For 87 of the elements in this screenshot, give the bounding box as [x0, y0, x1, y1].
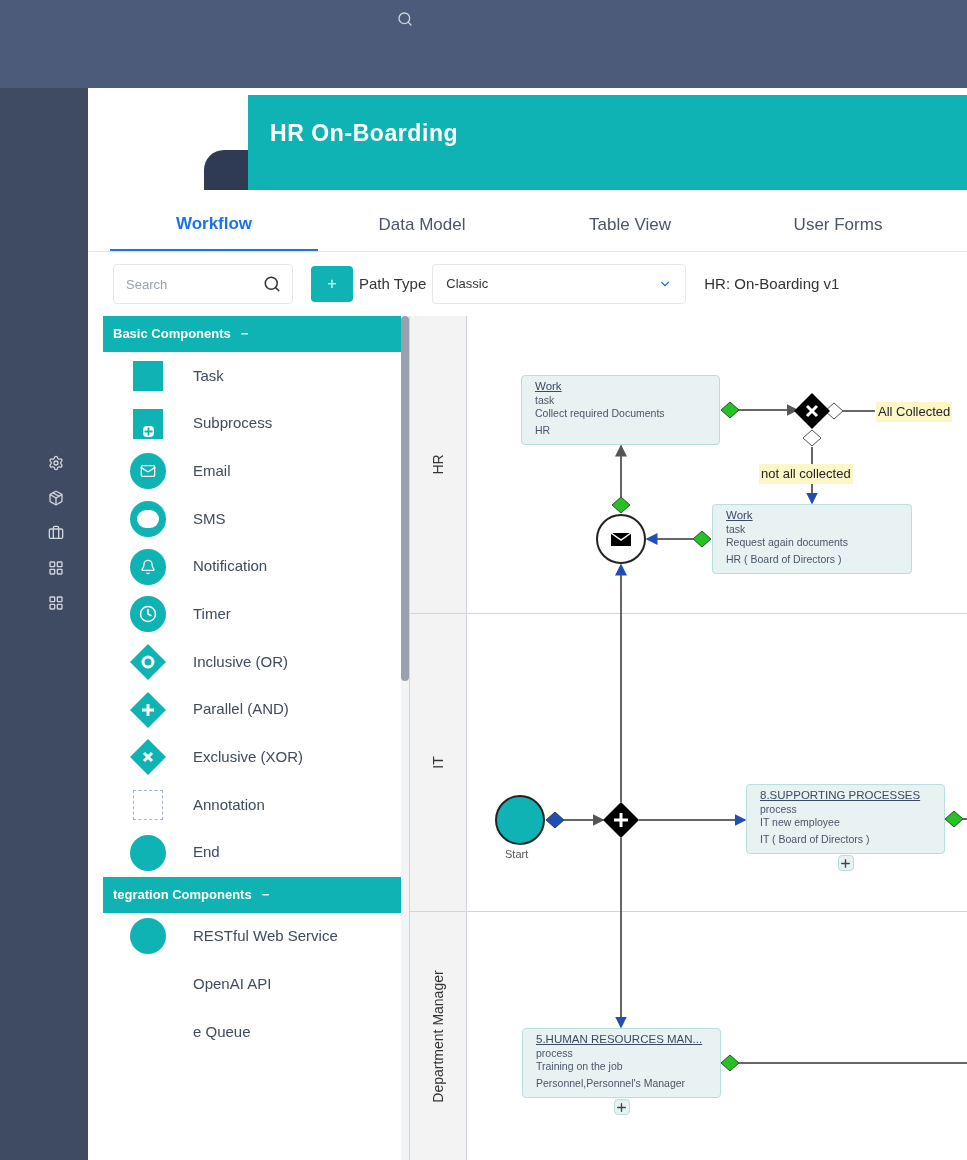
- task-title[interactable]: 8.SUPPORTING PROCESSES: [760, 788, 921, 803]
- briefcase-icon[interactable]: [48, 525, 64, 541]
- flow-label: not all collected: [759, 464, 853, 484]
- subprocess-icon: [133, 408, 163, 439]
- palette-item[interactable]: Exclusive (XOR): [103, 733, 401, 782]
- expand-icon[interactable]: [613, 1099, 630, 1115]
- parallel-gateway[interactable]: [603, 802, 639, 838]
- task-assignee: IT ( Board of Directors ): [760, 833, 871, 846]
- palette-item[interactable]: Email: [103, 447, 401, 496]
- connector-arrow[interactable]: [615, 444, 627, 498]
- palette-item[interactable]: Annotation: [103, 781, 401, 829]
- palette-item[interactable]: OpenAI API: [103, 960, 401, 1008]
- connector-handle[interactable]: [545, 811, 565, 829]
- palette-item[interactable]: e Queue: [103, 1007, 401, 1056]
- path-type-label: Path Type: [359, 273, 427, 294]
- parallel-gateway-icon: [129, 690, 167, 729]
- task-title[interactable]: Work: [535, 379, 562, 394]
- lane-label: Department Manager: [428, 969, 447, 1103]
- task-description: Training on the job: [536, 1060, 624, 1073]
- connector-handle[interactable]: [944, 810, 964, 828]
- task-type: process: [760, 803, 798, 816]
- flow-label: All Collected: [876, 402, 953, 422]
- start-event[interactable]: [495, 795, 545, 845]
- task-node[interactable]: Work task Request again documents HR ( Board of Directors ): [712, 504, 912, 574]
- clock-icon: [130, 596, 166, 633]
- palette-item[interactable]: RESTful Web Service: [103, 912, 401, 961]
- palette-item[interactable]: Timer: [103, 590, 401, 639]
- palette-item[interactable]: Subprocess: [103, 399, 401, 448]
- search-icon[interactable]: [263, 275, 281, 293]
- connector-handle[interactable]: [692, 530, 712, 548]
- connector-arrow[interactable]: [638, 814, 747, 826]
- task-title[interactable]: Work: [726, 508, 753, 523]
- chat-bubble-icon: [130, 500, 166, 537]
- task-title[interactable]: 5.HUMAN RESOURCES MAN...: [536, 1032, 703, 1047]
- task-description: Collect required Documents: [535, 407, 666, 420]
- connector-arrow[interactable]: [615, 563, 627, 803]
- palette-item[interactable]: End: [103, 828, 401, 877]
- annotation-icon: [133, 790, 163, 821]
- email-icon: [130, 453, 166, 490]
- scrollbar[interactable]: [401, 316, 409, 1160]
- task-description: IT new employee: [760, 816, 841, 829]
- lane-label: HR: [428, 454, 447, 475]
- connector-line[interactable]: [842, 410, 876, 412]
- grid-icon[interactable]: [48, 560, 64, 576]
- task-type: process: [536, 1047, 574, 1060]
- exclusive-gateway[interactable]: [794, 393, 830, 429]
- palette-item[interactable]: Task: [103, 352, 401, 400]
- task-description: Request again documents: [726, 536, 849, 549]
- tab[interactable]: Workflow: [110, 199, 318, 251]
- end-event-icon: [130, 918, 166, 955]
- page-title: HR On-Boarding: [270, 119, 459, 149]
- palette-item[interactable]: Parallel (AND): [103, 685, 401, 734]
- lane-label: IT: [428, 756, 447, 769]
- search-field[interactable]: Search: [113, 264, 293, 304]
- cube-icon[interactable]: [48, 490, 64, 506]
- email-event[interactable]: [596, 514, 646, 564]
- palette-item[interactable]: Notification: [103, 542, 401, 591]
- connector-handle[interactable]: [720, 401, 740, 419]
- bell-icon: [130, 548, 166, 585]
- end-event-icon: [130, 834, 166, 871]
- task-node[interactable]: Work task Collect required Documents HR: [521, 375, 720, 445]
- settings-icon[interactable]: [48, 455, 64, 471]
- task-assignee: Personnel,Personnel's Manager: [536, 1077, 687, 1090]
- task-icon: [133, 360, 163, 391]
- palette-item[interactable]: Inclusive (OR): [103, 638, 401, 686]
- inclusive-gateway-icon: [129, 642, 167, 681]
- version-label: HR: On-Boarding v1: [704, 273, 840, 294]
- grid-icon[interactable]: [48, 595, 64, 611]
- task-node[interactable]: 8.SUPPORTING PROCESSES process IT new employee IT ( Board of Directors ): [746, 784, 945, 854]
- connector-arrow[interactable]: [645, 533, 694, 545]
- connector-arrow[interactable]: [738, 404, 799, 416]
- task-assignee: HR: [535, 424, 552, 437]
- tab[interactable]: User Forms: [734, 199, 942, 251]
- task-type: task: [535, 394, 556, 407]
- palette-item[interactable]: SMS: [103, 495, 401, 543]
- task-type: task: [726, 523, 747, 536]
- tab[interactable]: Data Model: [318, 199, 526, 251]
- task-assignee: HR ( Board of Directors ): [726, 553, 843, 566]
- task-node[interactable]: 5.HUMAN RESOURCES MAN... process Training on the job Personnel,Personnel's Manager: [522, 1028, 721, 1098]
- connector-arrow[interactable]: [563, 814, 605, 826]
- connector-arrow[interactable]: [615, 837, 627, 1029]
- tab[interactable]: Table View: [526, 199, 734, 251]
- expand-icon[interactable]: [837, 855, 854, 871]
- path-type-select[interactable]: Classic: [432, 264, 687, 304]
- connector-handle[interactable]: [720, 1054, 740, 1072]
- start-label: Start: [505, 847, 529, 862]
- exclusive-gateway-icon: [129, 738, 167, 777]
